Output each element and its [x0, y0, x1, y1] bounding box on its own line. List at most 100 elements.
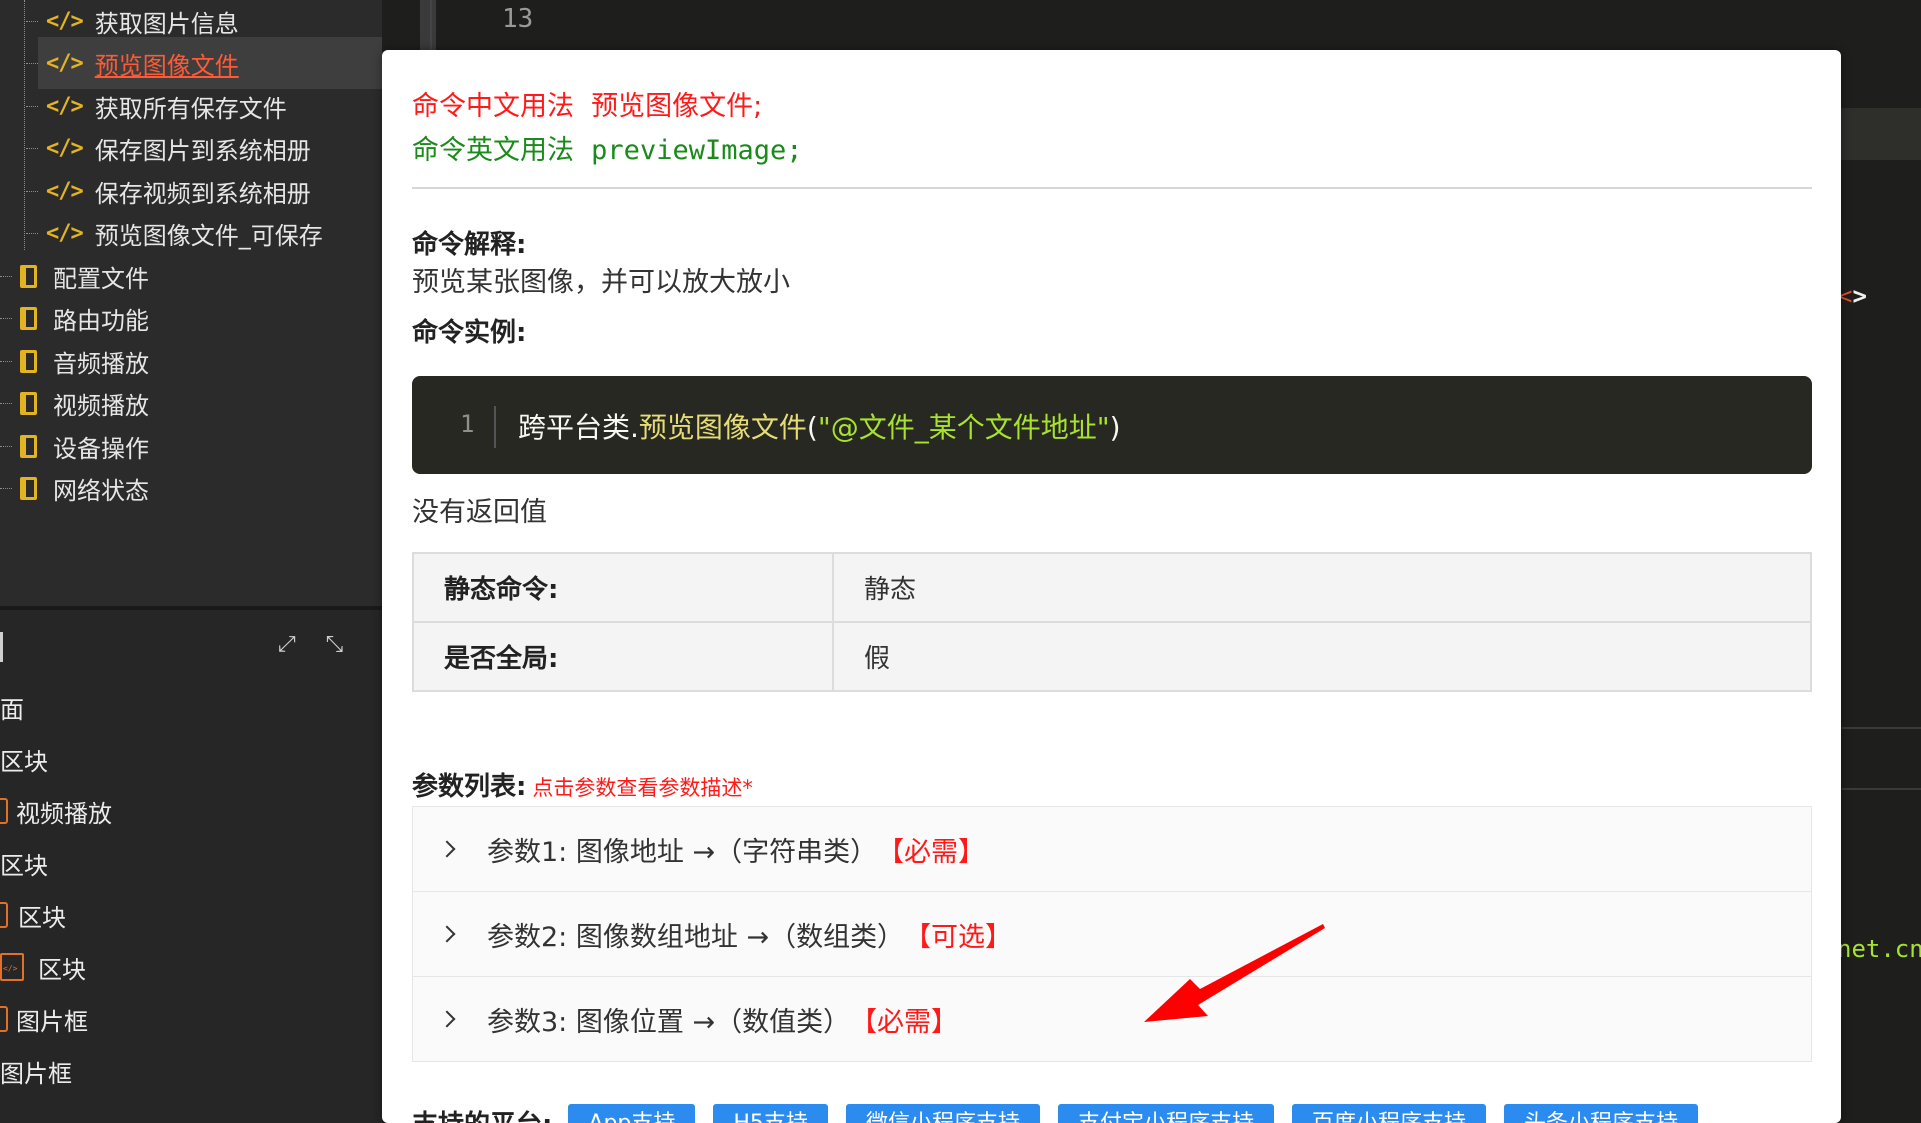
usage-chinese: 命令中文用法 预览图像文件; — [412, 84, 762, 123]
code-icon: </> — [46, 50, 84, 76]
usage-chinese-label: 命令中文用法 — [412, 91, 574, 122]
book-icon — [20, 306, 37, 330]
explain-text: 预览某张图像，并可以放大放小 — [412, 267, 790, 298]
editor-separator — [1842, 727, 1921, 729]
document-icon — [0, 798, 8, 824]
platform-tag: H5支持 — [713, 1104, 828, 1123]
panel-item-block[interactable]: 区块 — [0, 941, 86, 993]
chevron-right-icon — [441, 925, 459, 943]
tree-item-label-selected: 预览图像文件 — [94, 51, 239, 80]
usage-chinese-value: 预览图像文件; — [591, 91, 763, 122]
table-row: 静态命令: 静态 — [412, 552, 1812, 623]
chevron-right-icon — [441, 1010, 459, 1028]
param-tag: 【必需】 — [850, 1006, 959, 1038]
command-help-popup: 命令中文用法 预览图像文件; 命令英文用法 previewImage; 命令解释… — [382, 50, 1841, 1123]
tree-category-label: 配置文件 — [53, 264, 149, 293]
divider — [412, 187, 1812, 189]
platform-label: 支持的平台: — [412, 1104, 552, 1123]
book-icon — [20, 264, 37, 288]
tree-category-label: 路由功能 — [53, 306, 149, 335]
component-panel: ⤢ ⤡ 面 区块 视频播放 区块 区块 区块 图片框 图片框 — [0, 610, 382, 1123]
usage-english-label: 命令英文用法 — [412, 135, 574, 166]
param-list: 参数1: 图像地址 →（字符串类） 【必需】 参数2: 图像数组地址 →（数组类）… — [412, 806, 1812, 1062]
table-key: 是否全局: — [412, 621, 834, 692]
panel-item-label: 区块 — [0, 851, 48, 880]
tree-category-network[interactable]: 网络状态 — [0, 462, 382, 514]
table-value: 假 — [832, 621, 1812, 692]
collapse-icon[interactable]: ⤡ — [326, 632, 344, 662]
tree-item-label: 保存图片到系统相册 — [94, 136, 311, 165]
tree-category-label: 音频播放 — [53, 349, 149, 378]
code-icon: </> — [46, 8, 84, 34]
param-tag: 【必需】 — [877, 836, 986, 868]
param-tag: 【可选】 — [904, 921, 1013, 953]
tree-category-label: 视频播放 — [53, 391, 149, 420]
table-key: 静态命令: — [412, 552, 834, 623]
panel-item-block[interactable]: 区块 — [0, 889, 66, 941]
panel-item-image-box[interactable]: 图片框 — [0, 993, 88, 1045]
panel-item-label: 面 — [0, 695, 24, 724]
code-icon: </> — [46, 135, 84, 161]
code-text: 跨平台类.预览图像文件("@文件_某个文件地址") — [518, 411, 1121, 444]
command-info-table: 静态命令: 静态 是否全局: 假 — [412, 552, 1812, 692]
project-tree: </> 获取图片信息 </> 预览图像文件 </> 获取所有保存文件 </> 保… — [0, 0, 382, 610]
editor-separator — [1842, 788, 1921, 790]
panel-item-label: 图片框 — [16, 1007, 88, 1036]
param-item-1[interactable]: 参数1: 图像地址 →（字符串类） 【必需】 — [412, 806, 1812, 892]
tree-item-label: 获取所有保存文件 — [94, 94, 287, 123]
panel-item-label: 区块 — [18, 903, 66, 932]
book-icon — [20, 391, 37, 415]
panel-item-label: 图片框 — [0, 1059, 72, 1088]
code-gutter — [494, 406, 496, 448]
tree-category-label: 网络状态 — [53, 476, 149, 505]
tree-category-label: 设备操作 — [53, 434, 149, 463]
book-icon — [20, 434, 37, 458]
code-icon: </> — [46, 178, 84, 204]
panel-item-video-player[interactable]: 视频播放 — [0, 785, 112, 837]
scrollbar[interactable] — [420, 0, 436, 50]
params-hint: 点击参数查看参数描述* — [532, 776, 753, 800]
params-label: 参数列表: — [412, 772, 527, 802]
code-icon: </> — [46, 93, 84, 119]
panel-item-block[interactable]: 区块 — [0, 733, 48, 785]
usage-english-value: previewImage; — [591, 135, 803, 166]
platform-tag: App支持 — [568, 1104, 696, 1123]
table-value: 静态 — [832, 552, 1812, 623]
table-row: 是否全局: 假 — [412, 621, 1812, 692]
example-heading: 命令实例: — [412, 318, 527, 348]
editor-code-fragment: <> — [1838, 282, 1867, 310]
book-icon — [20, 349, 37, 373]
param-text: 参数2: 图像数组地址 →（数组类） — [487, 921, 905, 953]
panel-toolbar: ⤢ ⤡ — [278, 632, 343, 662]
panel-item-label: 区块 — [38, 955, 86, 984]
document-icon — [0, 1006, 8, 1032]
document-icon — [0, 902, 8, 928]
panel-item-label: 区块 — [0, 747, 48, 776]
platform-support: 支持的平台: App支持 H5支持 微信小程序支持 支付宝小程序支持 百度小程序… — [412, 1104, 1716, 1123]
param-item-3[interactable]: 参数3: 图像位置 →（数值类） 【必需】 — [412, 977, 1812, 1062]
param-text: 参数1: 图像地址 →（字符串类） — [487, 836, 878, 868]
return-text: 没有返回值 — [412, 497, 547, 528]
line-number: 13 — [502, 4, 534, 34]
editor-gutter — [430, 0, 432, 50]
expand-icon[interactable]: ⤢ — [278, 632, 296, 662]
platform-tag: 微信小程序支持 — [845, 1104, 1040, 1123]
explain-heading: 命令解释: — [412, 230, 527, 260]
book-icon — [20, 476, 37, 500]
panel-item-block[interactable]: 区块 — [0, 837, 48, 889]
code-line-number: 1 — [460, 410, 475, 438]
param-item-2[interactable]: 参数2: 图像数组地址 →（数组类） 【可选】 — [412, 892, 1812, 977]
usage-english: 命令英文用法 previewImage; — [412, 128, 803, 167]
params-heading: 参数列表: 点击参数查看参数描述* — [412, 766, 753, 803]
panel-item-page[interactable]: 面 — [0, 681, 24, 733]
panel-item-label: 视频播放 — [16, 799, 112, 828]
panel-marker — [0, 632, 3, 662]
platform-tag: 支付宝小程序支持 — [1057, 1104, 1274, 1123]
tree-item-label: 获取图片信息 — [94, 9, 239, 38]
tree-item-label: 预览图像文件_可保存 — [94, 221, 323, 250]
tree-item-label: 保存视频到系统相册 — [94, 179, 311, 208]
editor-code-fragment: net.cn — [1837, 935, 1921, 963]
code-example: 1 跨平台类.预览图像文件("@文件_某个文件地址") — [412, 376, 1812, 474]
param-text: 参数3: 图像位置 →（数值类） — [487, 1006, 851, 1038]
panel-item-image-box[interactable]: 图片框 — [0, 1045, 72, 1097]
